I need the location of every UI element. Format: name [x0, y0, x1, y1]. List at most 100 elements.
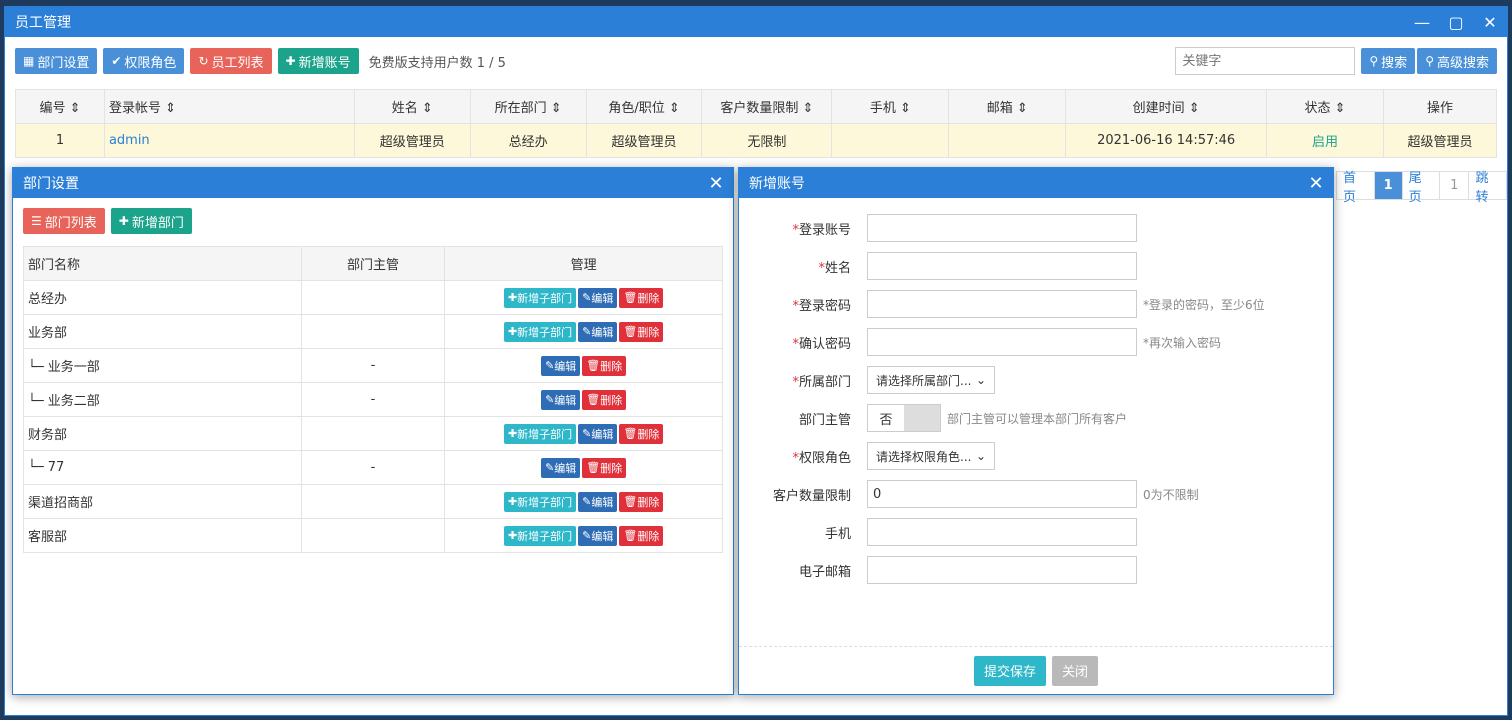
manager-toggle[interactable]: 否: [867, 404, 941, 432]
cell-login-link[interactable]: admin: [103, 123, 355, 158]
confirm-password-input[interactable]: [867, 328, 1137, 356]
delete-button[interactable]: 🗑 删除: [582, 355, 627, 376]
dept-actions: ✚ 新增子部门 ✎ 编辑 🗑 删除: [444, 314, 723, 349]
edit-button[interactable]: ✎ 编辑: [541, 457, 581, 478]
col-header-name[interactable]: 姓名 ⇕: [353, 89, 471, 124]
search-button[interactable]: ⚲ 搜索: [1361, 48, 1416, 74]
chevron-down-icon: ⌄: [975, 373, 986, 387]
table-row: 客服部 ✚ 新增子部门 ✎ 编辑 🗑 删除: [23, 518, 723, 553]
current-page[interactable]: 1: [1374, 172, 1403, 199]
form-row-dept: *所属部门 请选择所属部门... ⌄: [739, 366, 1329, 394]
cell-status[interactable]: 启用: [1266, 123, 1384, 158]
delete-button[interactable]: 🗑 删除: [619, 321, 664, 342]
col-header-id[interactable]: 编号 ⇕: [15, 89, 105, 124]
table-row: └─ 77 - ✎ 编辑 🗑 删除: [23, 450, 723, 485]
email-input[interactable]: [867, 556, 1137, 584]
add-sub-dept-button[interactable]: ✚ 新增子部门: [503, 287, 577, 308]
jump-button[interactable]: 跳转: [1469, 171, 1506, 205]
phone-label: 手机: [824, 526, 851, 542]
dept-name: 总经办: [23, 280, 302, 315]
edit-button[interactable]: ✎ 编辑: [541, 355, 581, 376]
last-page-link[interactable]: 尾页: [1403, 171, 1441, 205]
cell-ops: 超级管理员: [1382, 123, 1498, 158]
dept-manager: [300, 518, 446, 553]
add-dept-button[interactable]: ✚ 新增部门: [110, 208, 192, 234]
table-row[interactable]: 1 admin 超级管理员 总经办 超级管理员 无限制 2021-06-16 1…: [15, 123, 1498, 158]
first-page-link[interactable]: 首页: [1337, 171, 1375, 205]
col-header-dept[interactable]: 所在部门 ⇕: [469, 89, 587, 124]
name-input[interactable]: [867, 252, 1137, 280]
add-sub-dept-button[interactable]: ✚ 新增子部门: [503, 423, 577, 444]
close-icon[interactable]: ✕: [1299, 173, 1333, 194]
account-dialog-footer: 提交保存 关闭: [739, 646, 1333, 694]
col-header-limit[interactable]: 客户数量限制 ⇕: [701, 89, 833, 124]
minimize-icon[interactable]: —: [1405, 7, 1439, 37]
cell-id: 1: [15, 123, 105, 158]
advanced-search-button[interactable]: ⚲ 高级搜索: [1417, 48, 1497, 74]
dept-actions: ✚ 新增子部门 ✎ 编辑 🗑 删除: [444, 518, 723, 553]
form-row-email: 电子邮箱: [739, 556, 1329, 584]
delete-button[interactable]: 🗑 删除: [619, 525, 664, 546]
delete-button[interactable]: 🗑 删除: [619, 287, 664, 308]
login-input[interactable]: [867, 214, 1137, 242]
add-sub-dept-button[interactable]: ✚ 新增子部门: [503, 525, 577, 546]
manager-toggle-label: 否: [879, 412, 893, 428]
cell-phone: [831, 123, 950, 158]
delete-button[interactable]: 🗑 删除: [582, 457, 627, 478]
dept-dialog-titlebar: 部门设置 ✕: [13, 168, 733, 198]
col-header-status[interactable]: 状态 ⇕: [1266, 89, 1384, 124]
col-header-role[interactable]: 角色/职位 ⇕: [585, 89, 703, 124]
list-icon: ☰: [31, 214, 42, 228]
edit-button[interactable]: ✎ 编辑: [541, 389, 581, 410]
add-sub-dept-button[interactable]: ✚ 新增子部门: [503, 491, 577, 512]
dept-select[interactable]: 请选择所属部门... ⌄: [867, 366, 995, 394]
dept-actions: ✎ 编辑 🗑 删除: [444, 348, 723, 383]
col-header-login[interactable]: 登录帐号 ⇕: [103, 89, 355, 124]
dept-dialog-title: 部门设置: [23, 176, 79, 192]
col-header-created[interactable]: 创建时间 ⇕: [1065, 89, 1268, 124]
login-label: *登录账号: [792, 222, 851, 238]
password-input[interactable]: [867, 290, 1137, 318]
delete-button[interactable]: 🗑 删除: [619, 423, 664, 444]
dept-name: 渠道招商部: [23, 484, 302, 519]
table-row: 总经办 ✚ 新增子部门 ✎ 编辑 🗑 删除: [23, 280, 723, 315]
limit-hint: 0为不限制: [1143, 487, 1199, 502]
close-icon[interactable]: ✕: [699, 173, 733, 194]
employee-table-header: 编号 ⇕ 登录帐号 ⇕ 姓名 ⇕ 所在部门 ⇕ 角色/职位 ⇕ 客户数量限制 ⇕…: [15, 89, 1498, 124]
plus-icon: ✚: [118, 214, 129, 228]
maximize-icon[interactable]: ▢: [1439, 7, 1473, 37]
col-header-email[interactable]: 邮箱 ⇕: [948, 89, 1067, 124]
edit-button[interactable]: ✎ 编辑: [578, 423, 618, 444]
roles-button[interactable]: ✔ 权限角色: [103, 48, 185, 74]
edit-button[interactable]: ✎ 编辑: [578, 491, 618, 512]
col-header-phone[interactable]: 手机 ⇕: [831, 89, 950, 124]
search-input[interactable]: [1175, 47, 1356, 75]
col-header-ops: 操作: [1382, 89, 1498, 124]
cell-dept: 总经办: [469, 123, 587, 158]
dept-list-button[interactable]: ☰ 部门列表: [23, 208, 105, 234]
page-number-input[interactable]: 1: [1440, 172, 1470, 199]
sitemap-icon: ▦: [23, 54, 35, 68]
edit-button[interactable]: ✎ 编辑: [578, 287, 618, 308]
delete-button[interactable]: 🗑 删除: [582, 389, 627, 410]
edit-button[interactable]: ✎ 编辑: [578, 525, 618, 546]
submit-save-button[interactable]: 提交保存: [973, 655, 1046, 686]
limit-input[interactable]: 0: [867, 480, 1137, 508]
close-button[interactable]: 关闭: [1052, 655, 1099, 686]
phone-input[interactable]: [867, 518, 1137, 546]
add-account-button[interactable]: ✚ 新增账号: [277, 48, 359, 74]
dept-manager: [300, 484, 446, 519]
add-sub-dept-button[interactable]: ✚ 新增子部门: [503, 321, 577, 342]
add-account-dialog: 新增账号 ✕ *登录账号 *姓名 *登录密码 *登录的密码，至少6位 *确认密码…: [738, 167, 1334, 695]
dept-manager: [300, 314, 446, 349]
plus-icon: ✚: [285, 54, 296, 68]
edit-button[interactable]: ✎ 编辑: [578, 321, 618, 342]
staff-list-button[interactable]: ↻ 员工列表: [190, 48, 272, 74]
dept-settings-button[interactable]: ▦ 部门设置: [15, 48, 98, 74]
role-select[interactable]: 请选择权限角色... ⌄: [867, 442, 995, 470]
delete-button[interactable]: 🗑 删除: [619, 491, 664, 512]
dept-actions: ✚ 新增子部门 ✎ 编辑 🗑 删除: [444, 280, 723, 315]
dept-label: *所属部门: [792, 374, 851, 390]
close-icon[interactable]: ✕: [1473, 7, 1507, 37]
search-area: ⚲搜索 ⚲高级搜索: [1175, 47, 1497, 75]
